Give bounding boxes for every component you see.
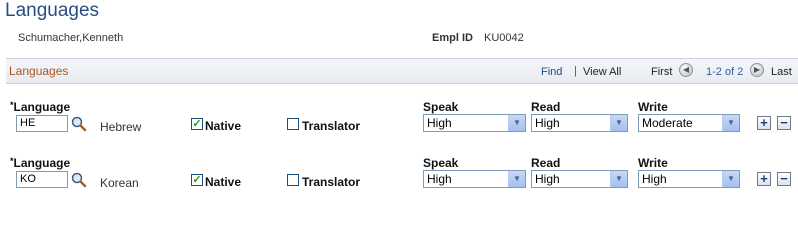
write-label: Write [638, 100, 668, 114]
language-row: *Language KO Korean ✓ Native Translator … [0, 154, 798, 198]
language-label: *Language [10, 156, 71, 170]
view-all-link[interactable]: View All [583, 66, 621, 78]
magnifier-icon[interactable] [71, 172, 87, 188]
read-label: Read [531, 100, 561, 114]
grid-separator: | [574, 65, 577, 77]
speak-value: High [427, 172, 452, 186]
native-checkbox[interactable]: ✓ [191, 174, 203, 186]
translator-checkbox[interactable] [287, 118, 299, 130]
translator-label: Translator [302, 175, 361, 189]
read-value: High [535, 116, 560, 130]
language-code-input[interactable]: KO [16, 171, 68, 188]
speak-select[interactable]: High ▼ [423, 170, 526, 188]
write-select[interactable]: Moderate ▼ [638, 114, 740, 132]
read-select[interactable]: High ▼ [531, 170, 628, 188]
speak-select[interactable]: High ▼ [423, 114, 526, 132]
language-description: Hebrew [100, 120, 142, 134]
page-title: Languages [5, 0, 100, 21]
chevron-down-icon: ▼ [610, 171, 627, 187]
chevron-down-icon: ▼ [722, 171, 739, 187]
write-value: Moderate [642, 116, 693, 130]
write-select[interactable]: High ▼ [638, 170, 740, 188]
read-value: High [535, 172, 560, 186]
language-label: *Language [10, 100, 71, 114]
arrow-right-icon[interactable]: ▶ [750, 63, 764, 77]
plus-icon[interactable]: + [757, 172, 771, 186]
translator-label: Translator [302, 119, 361, 133]
chevron-down-icon: ▼ [610, 115, 627, 131]
speak-value: High [427, 116, 452, 130]
checkmark-icon: ✓ [192, 174, 202, 186]
emplid-value: KU0042 [484, 32, 524, 44]
language-code-input[interactable]: HE [16, 115, 68, 132]
speak-label: Speak [423, 100, 459, 114]
first-label: First [651, 66, 673, 78]
write-value: High [642, 172, 667, 186]
chevron-down-icon: ▼ [508, 115, 525, 131]
language-row: *Language HE Hebrew ✓ Native Translator … [0, 98, 798, 142]
minus-icon[interactable]: − [777, 172, 791, 186]
translator-checkbox[interactable] [287, 174, 299, 186]
plus-icon[interactable]: + [757, 116, 771, 130]
native-label: Native [205, 119, 242, 133]
write-label: Write [638, 156, 668, 170]
minus-icon[interactable]: − [777, 116, 791, 130]
language-description: Korean [100, 176, 139, 190]
read-select[interactable]: High ▼ [531, 114, 628, 132]
checkmark-icon: ✓ [192, 118, 202, 130]
row-range: 1-2 of 2 [706, 66, 744, 78]
arrow-left-icon[interactable]: ◀ [679, 63, 693, 77]
last-label: Last [771, 66, 792, 78]
read-label: Read [531, 156, 561, 170]
magnifier-icon[interactable] [71, 116, 87, 132]
emplid-label: Empl ID [432, 32, 473, 44]
employee-name: Schumacher,Kenneth [18, 32, 124, 44]
chevron-down-icon: ▼ [508, 171, 525, 187]
speak-label: Speak [423, 156, 459, 170]
chevron-down-icon: ▼ [722, 115, 739, 131]
find-link[interactable]: Find [541, 66, 562, 78]
native-checkbox[interactable]: ✓ [191, 118, 203, 130]
native-label: Native [205, 175, 242, 189]
languages-grid-header: Languages Find | View All First ◀ 1-2 of… [6, 58, 798, 84]
grid-title: Languages [9, 64, 69, 78]
